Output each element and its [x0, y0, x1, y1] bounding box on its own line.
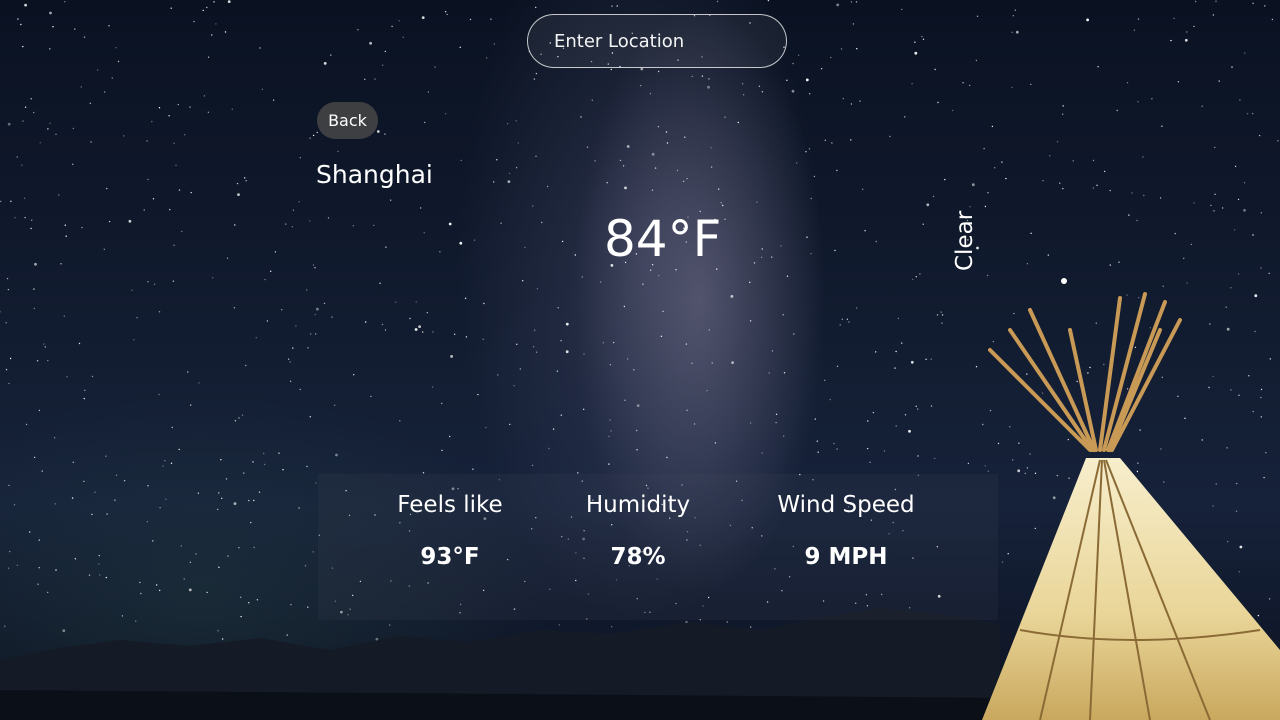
humidity-value: 78%	[610, 544, 666, 570]
humidity-label: Humidity	[585, 492, 691, 518]
city-name: Shanghai	[316, 160, 433, 189]
weather-condition: Clear	[952, 210, 978, 271]
wind-speed-detail: Wind Speed 9 MPH	[768, 492, 924, 570]
back-button[interactable]: Back	[317, 102, 378, 139]
wind-speed-label: Wind Speed	[777, 492, 915, 518]
feels-like-label: Feels like	[397, 492, 503, 518]
feels-like-value: 93°F	[420, 544, 480, 570]
weather-details-panel: Feels like 93°F Humidity 78% Wind Speed …	[318, 474, 998, 620]
humidity-detail: Humidity 78%	[580, 492, 696, 570]
teepee-illustration	[982, 292, 1280, 720]
feels-like-detail: Feels like 93°F	[394, 492, 506, 570]
location-search-box[interactable]	[527, 14, 787, 68]
weather-app: Back Shanghai 84°F Clear Feels like 93°F…	[0, 0, 1280, 720]
wind-speed-value: 9 MPH	[804, 544, 888, 570]
current-temperature: 84°F	[604, 210, 722, 268]
location-search-input[interactable]	[528, 15, 786, 67]
